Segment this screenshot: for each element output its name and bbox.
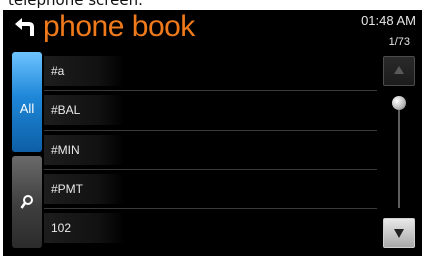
list-item[interactable]: 102	[44, 209, 377, 247]
clock: 01:48 AM	[361, 13, 416, 28]
list-item[interactable]: #MIN	[44, 131, 377, 169]
header: phone book 01:48 AM 1/73	[3, 10, 422, 48]
scroll-down-button[interactable]	[383, 218, 415, 248]
contact-count: 1/73	[388, 36, 410, 48]
search-icon	[20, 195, 33, 209]
list-item-label: #MIN	[51, 143, 80, 157]
tab-all[interactable]: All	[12, 52, 42, 152]
scroll-up-button[interactable]	[383, 56, 415, 86]
scroll-thumb[interactable]	[392, 96, 406, 110]
scrollbar[interactable]	[383, 56, 415, 250]
list-item-label: 102	[51, 221, 72, 235]
caption-text: telephone screen.	[8, 0, 143, 9]
scroll-track[interactable]	[398, 100, 400, 208]
list-item-label: #a	[51, 64, 65, 78]
triangle-down-icon	[394, 229, 404, 238]
tab-search[interactable]	[12, 156, 42, 248]
phone-screen: phone book 01:48 AM 1/73 All #a #BAL #MI…	[3, 10, 422, 256]
list-item-label: #PMT	[51, 182, 84, 196]
list-item[interactable]: #BAL	[44, 91, 377, 129]
triangle-up-icon	[394, 66, 404, 74]
page-title: phone book	[43, 10, 195, 43]
tab-all-label: All	[19, 101, 35, 116]
back-icon[interactable]	[11, 16, 37, 38]
list-item-label: #BAL	[51, 103, 81, 117]
side-tabs: All	[12, 52, 42, 248]
list-item[interactable]: #PMT	[44, 170, 377, 208]
list-item[interactable]: #a	[44, 52, 377, 90]
contact-list: #a #BAL #MIN #PMT 102	[44, 52, 377, 250]
